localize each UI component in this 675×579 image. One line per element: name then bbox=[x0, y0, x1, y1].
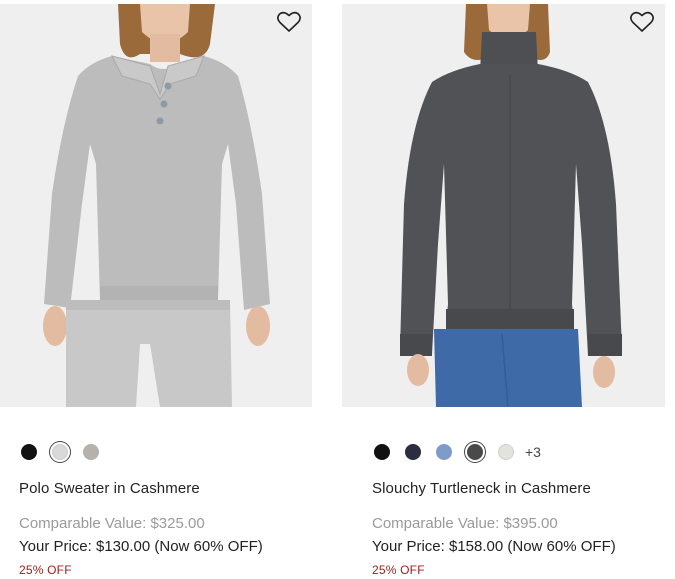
product-name[interactable]: Slouchy Turtleneck in Cashmere bbox=[372, 480, 665, 497]
your-price: Your Price: $158.00 (Now 60% OFF) bbox=[372, 538, 616, 555]
color-swatch-charcoal[interactable] bbox=[467, 444, 483, 460]
more-colors-link[interactable]: +3 bbox=[525, 444, 541, 460]
product-card[interactable]: Polo Sweater in Cashmere Comparable Valu… bbox=[0, 4, 312, 577]
color-swatch-taupe[interactable] bbox=[83, 444, 99, 460]
product-card[interactable]: +3 Slouchy Turtleneck in Cashmere Compar… bbox=[342, 4, 665, 577]
color-swatch-light-blue[interactable] bbox=[436, 444, 452, 460]
color-swatch-black[interactable] bbox=[21, 444, 37, 460]
heart-icon[interactable] bbox=[630, 11, 654, 33]
color-swatches bbox=[0, 441, 312, 463]
product-image[interactable] bbox=[342, 4, 665, 407]
comparable-value: Comparable Value: $395.00 bbox=[372, 515, 558, 532]
product-image[interactable] bbox=[0, 4, 312, 407]
color-swatch-light-grey[interactable] bbox=[52, 444, 68, 460]
heart-icon[interactable] bbox=[277, 11, 301, 33]
discount-badge: 25% OFF bbox=[19, 563, 72, 577]
comparable-value: Comparable Value: $325.00 bbox=[19, 515, 205, 532]
product-name[interactable]: Polo Sweater in Cashmere bbox=[19, 480, 312, 497]
color-swatch-black[interactable] bbox=[374, 444, 390, 460]
charcoal-turtleneck-photo bbox=[342, 4, 665, 407]
discount-badge: 25% OFF bbox=[372, 563, 425, 577]
grey-polo-sweater-photo bbox=[0, 4, 312, 407]
color-swatch-ivory[interactable] bbox=[498, 444, 514, 460]
your-price: Your Price: $130.00 (Now 60% OFF) bbox=[19, 538, 263, 555]
color-swatch-navy[interactable] bbox=[405, 444, 421, 460]
color-swatches: +3 bbox=[342, 441, 665, 463]
